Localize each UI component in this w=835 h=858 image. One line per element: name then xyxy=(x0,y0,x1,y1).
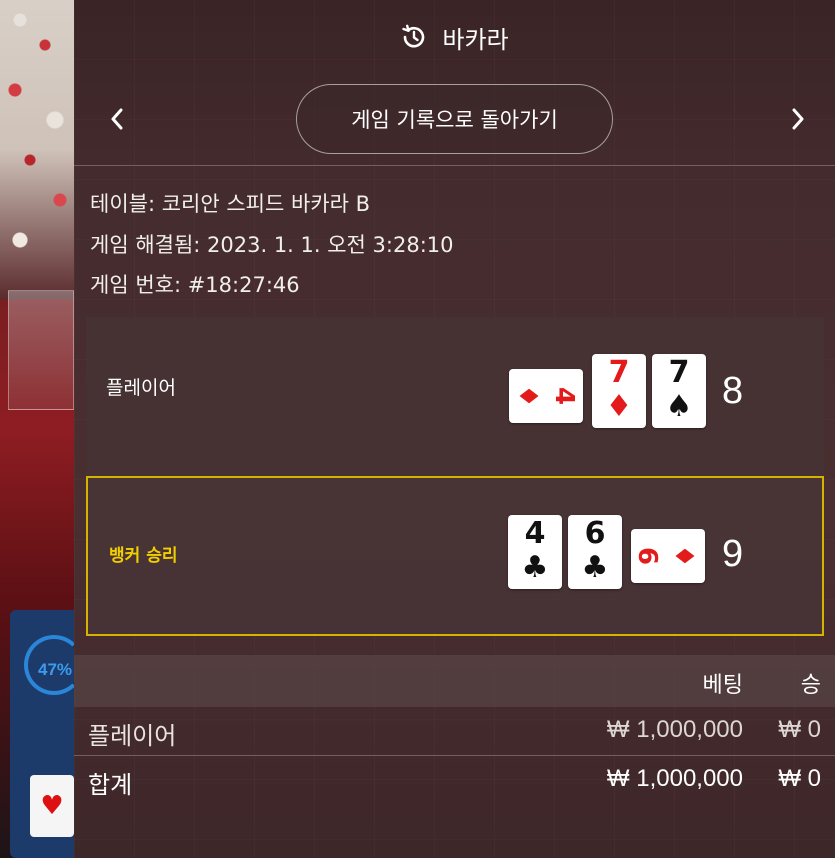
player-label: 플레이어 xyxy=(106,377,176,399)
chevron-left-icon[interactable] xyxy=(102,104,132,134)
banker-result: 뱅커 승리 4 ♣ 6 ♣ 9 ♦ 9 xyxy=(86,476,824,636)
card-rank: 9 xyxy=(635,546,666,566)
card-rank: 6 xyxy=(584,516,606,551)
win-amount: ₩ 0 xyxy=(778,716,821,743)
win-amount: ₩ 0 xyxy=(778,765,821,792)
row-label: 플레이어 xyxy=(88,722,177,750)
club-suit-icon: ♣ xyxy=(581,550,609,585)
player-card-1: ♦ 4 xyxy=(509,369,583,423)
spade-suit-icon: ♠ xyxy=(665,389,693,424)
table-row: 플레이어 ₩ 1,000,000 ₩ 0 xyxy=(74,708,835,756)
back-to-history-button[interactable]: 게임 기록으로 돌아가기 xyxy=(296,84,613,154)
club-suit-icon: ♣ xyxy=(521,550,549,585)
bet-amount: ₩ 1,000,000 xyxy=(606,765,743,792)
banker-card-1: 4 ♣ xyxy=(508,515,562,589)
player-card-3: 7 ♠ xyxy=(652,354,706,428)
row-label: 합계 xyxy=(88,771,133,799)
panel-header: 바카라 xyxy=(74,0,835,74)
table-row-total: 합계 ₩ 1,000,000 ₩ 0 xyxy=(74,757,835,805)
history-icon[interactable] xyxy=(400,23,428,51)
resolved-time: 게임 해결됨: 2023. 1. 1. 오전 3:28:10 xyxy=(90,233,454,257)
banker-score: 9 xyxy=(722,533,744,575)
background-card: ♥ xyxy=(30,775,74,837)
game-number: 게임 번호: #18:27:46 xyxy=(90,273,300,297)
player-score: 8 xyxy=(722,370,744,412)
banker-card-3: 9 ♦ xyxy=(631,529,705,583)
diamond-suit-icon: ♦ xyxy=(605,389,633,424)
heart-suit-icon: ♥ xyxy=(40,791,64,821)
bet-column-header: 베팅 xyxy=(702,673,743,698)
bet-table-header: 베팅 승 xyxy=(74,655,835,707)
card-rank: 4 xyxy=(524,516,546,551)
navigation-row: 게임 기록으로 돌아가기 xyxy=(74,74,835,166)
player-result: 플레이어 ♦ 4 7 ♦ 7 ♠ 8 xyxy=(86,317,824,477)
bet-amount: ₩ 1,000,000 xyxy=(606,716,743,743)
card-rank: 7 xyxy=(608,355,630,390)
banker-card-2: 6 ♣ xyxy=(568,515,622,589)
diamond-suit-icon: ♦ xyxy=(668,544,699,568)
player-card-2: 7 ♦ xyxy=(592,354,646,428)
chevron-right-icon[interactable] xyxy=(783,104,813,134)
diamond-suit-icon: ♦ xyxy=(515,384,546,408)
card-shoe xyxy=(8,290,74,410)
timer-percent: 47% xyxy=(38,660,73,679)
banker-win-label: 뱅커 승리 xyxy=(109,546,178,566)
page-title: 바카라 xyxy=(442,25,509,54)
win-column-header: 승 xyxy=(800,673,821,698)
game-history-panel: 바카라 게임 기록으로 돌아가기 테이블: 코리안 스피드 바카라 B 게임 해… xyxy=(74,0,835,858)
card-rank: 7 xyxy=(668,355,690,390)
table-name: 테이블: 코리안 스피드 바카라 B xyxy=(90,192,371,216)
card-rank: 4 xyxy=(548,386,579,406)
